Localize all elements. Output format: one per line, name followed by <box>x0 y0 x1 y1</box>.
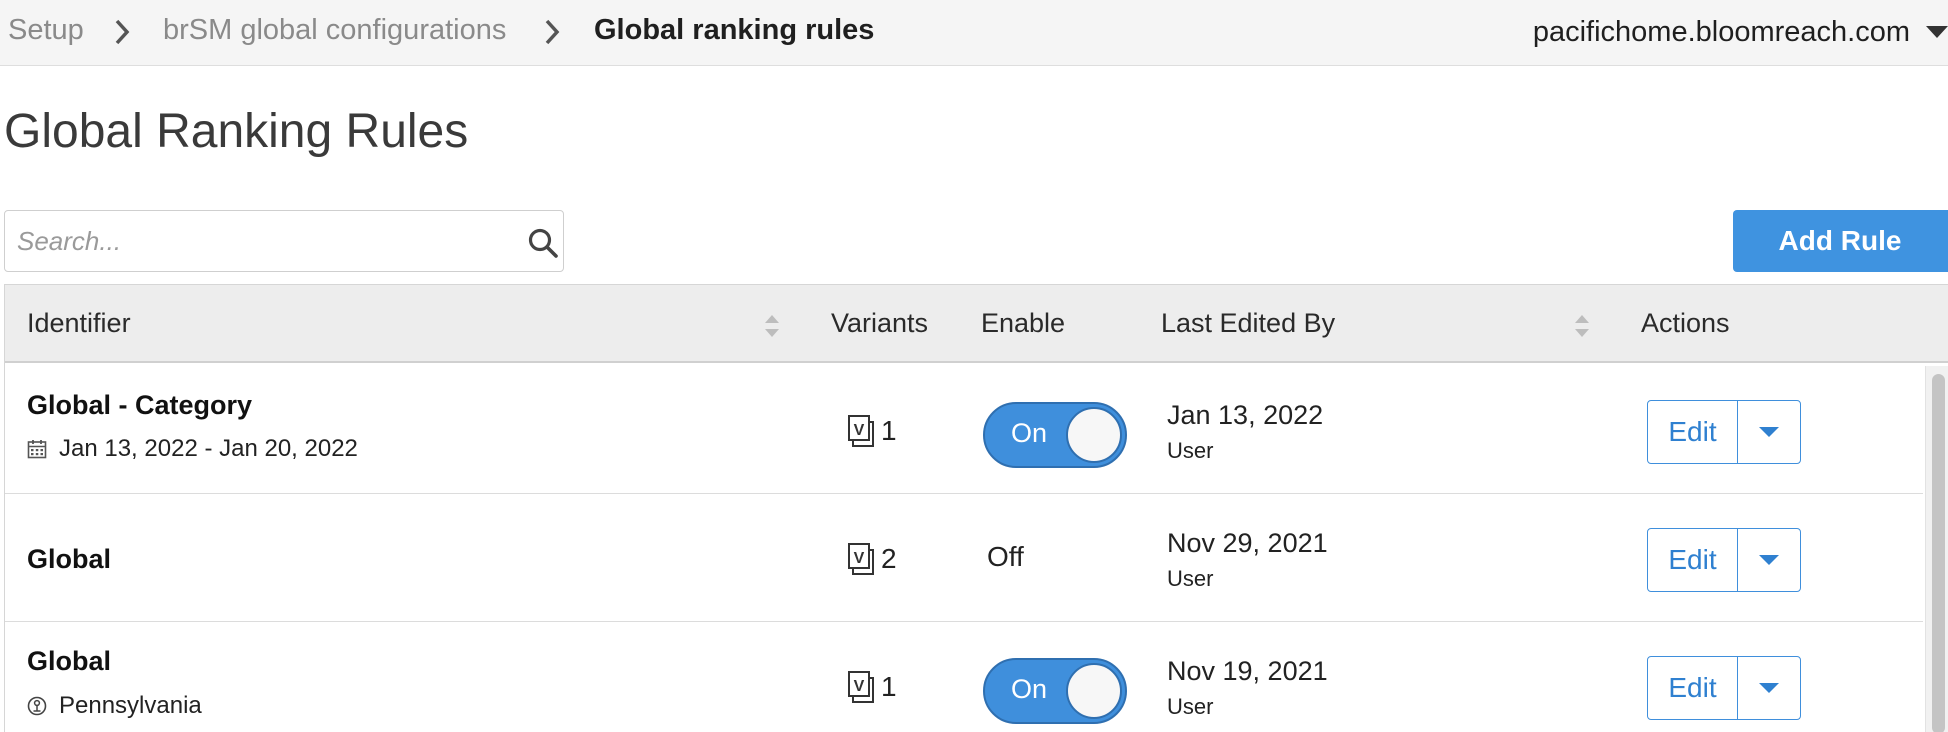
variants-count: 1 <box>881 415 897 446</box>
column-header-variants: Variants <box>831 308 929 338</box>
enable-status-text[interactable]: Off <box>987 541 1024 573</box>
rule-schedule-text: Jan 13, 2022 - Jan 20, 2022 <box>59 435 358 462</box>
domain-selector-value: pacifichome.bloomreach.com <box>1532 15 1910 48</box>
chevron-right-icon <box>545 19 560 45</box>
table-header: Identifier Variants Enable Last Edited B… <box>5 284 1948 363</box>
last-edited-date: Jan 13, 2022 <box>1167 400 1324 430</box>
rule-schedule: Jan 13, 2022 - Jan 20, 2022 <box>27 435 358 463</box>
edit-button[interactable]: Edit <box>1648 401 1738 463</box>
location-icon <box>27 696 47 716</box>
last-edited-date: Nov 29, 2021 <box>1167 528 1328 558</box>
caret-down-icon <box>1759 555 1779 565</box>
actions-group: Edit <box>1647 528 1801 592</box>
variants-count: 2 <box>881 543 897 574</box>
variants-icon: V <box>848 543 874 575</box>
breadcrumb-setup[interactable]: Setup <box>8 14 84 47</box>
actions-group: Edit <box>1647 400 1801 464</box>
page-title: Global Ranking Rules <box>4 105 469 158</box>
enable-toggle[interactable]: On <box>983 402 1127 468</box>
last-edited-user: User <box>1167 438 1214 463</box>
edit-button[interactable]: Edit <box>1648 657 1738 719</box>
last-edited-user: User <box>1167 566 1214 591</box>
actions-group: Edit <box>1647 656 1801 720</box>
last-edited-date: Nov 19, 2021 <box>1167 656 1328 686</box>
caret-down-icon <box>1759 427 1779 437</box>
sort-icon[interactable] <box>1573 313 1591 339</box>
breadcrumb-current: Global ranking rules <box>594 14 875 46</box>
toggle-label: On <box>1011 674 1048 704</box>
caret-down-icon <box>1926 26 1948 38</box>
toggle-knob <box>1066 663 1122 719</box>
toggle-knob <box>1066 407 1122 463</box>
last-edited-user: User <box>1167 694 1214 719</box>
search-input[interactable] <box>5 211 505 271</box>
table-row: Global Pennsylvania V 1 On Nov 19, 2021 … <box>5 622 1923 732</box>
rule-location-text: Pennsylvania <box>59 692 202 719</box>
variants-count: 1 <box>881 671 897 702</box>
rule-identifier[interactable]: Global <box>27 544 111 575</box>
column-header-last-edited-by[interactable]: Last Edited By <box>1161 308 1335 339</box>
variants-cell: V 1 <box>847 670 897 704</box>
search-icon[interactable] <box>527 227 559 259</box>
actions-dropdown-button[interactable] <box>1738 529 1800 591</box>
svg-text:V: V <box>854 422 865 439</box>
rules-table: Identifier Variants Enable Last Edited B… <box>4 284 1948 732</box>
rule-identifier[interactable]: Global - Category <box>27 390 252 421</box>
actions-dropdown-button[interactable] <box>1738 657 1800 719</box>
rule-identifier[interactable]: Global <box>27 646 111 677</box>
search-box <box>4 210 564 272</box>
edit-button[interactable]: Edit <box>1648 529 1738 591</box>
actions-dropdown-button[interactable] <box>1738 401 1800 463</box>
top-bar: Setup brSM global configurations Global … <box>0 0 1948 66</box>
variants-cell: V 2 <box>847 542 897 576</box>
variants-icon: V <box>848 415 874 447</box>
table-row: Global - Category Jan 13, 2022 - Jan 20,… <box>5 366 1923 494</box>
variants-icon: V <box>848 671 874 703</box>
chevron-right-icon <box>115 19 130 45</box>
scrollbar-thumb[interactable] <box>1932 374 1945 732</box>
column-header-actions: Actions <box>1641 308 1730 338</box>
table-row: Global V 2 Off Nov 29, 2021 User Edit <box>5 494 1923 622</box>
domain-selector[interactable]: pacifichome.bloomreach.com <box>1533 12 1948 52</box>
add-rule-button[interactable]: Add Rule <box>1733 210 1948 272</box>
breadcrumb-global-configurations[interactable]: brSM global configurations <box>163 14 506 47</box>
rule-location: Pennsylvania <box>27 692 202 720</box>
caret-down-icon <box>1759 683 1779 693</box>
toggle-label: On <box>1011 418 1048 448</box>
svg-text:V: V <box>854 550 865 567</box>
column-header-enable: Enable <box>981 308 1066 338</box>
column-header-identifier[interactable]: Identifier <box>27 308 131 339</box>
table-scrollbar[interactable] <box>1925 366 1948 732</box>
enable-toggle[interactable]: On <box>983 658 1127 724</box>
sort-icon[interactable] <box>763 313 781 339</box>
svg-text:V: V <box>854 678 865 695</box>
variants-cell: V 1 <box>847 414 897 448</box>
calendar-icon <box>27 440 47 459</box>
